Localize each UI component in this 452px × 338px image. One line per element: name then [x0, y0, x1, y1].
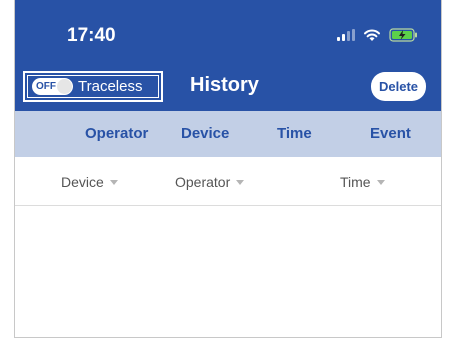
page-title: History	[190, 74, 259, 96]
traceless-toggle-inner: OFF Traceless	[27, 75, 159, 98]
filter-operator[interactable]: Operator	[175, 174, 245, 190]
column-header-operator[interactable]: Operator	[85, 125, 148, 142]
wifi-icon	[364, 29, 380, 41]
filter-device-label: Device	[61, 174, 104, 190]
toggle-state-label: OFF	[36, 81, 56, 92]
toggle-switch[interactable]: OFF	[32, 78, 73, 95]
column-header-event[interactable]: Event	[370, 125, 411, 142]
filter-operator-label: Operator	[175, 174, 231, 190]
filter-device[interactable]: Device	[61, 174, 118, 190]
filter-row: Device Operator Time	[15, 157, 441, 206]
traceless-toggle[interactable]: OFF Traceless	[23, 71, 163, 102]
status-icons	[337, 26, 419, 44]
chevron-down-icon	[109, 179, 118, 185]
app-screen: 17:40 OFF Traceless History Delete Opera…	[14, 0, 442, 338]
status-time: 17:40	[67, 25, 116, 46]
app-header: 17:40 OFF Traceless History Delete	[15, 0, 441, 111]
chevron-down-icon	[376, 179, 385, 185]
chevron-down-icon	[236, 179, 245, 185]
filter-time[interactable]: Time	[340, 174, 385, 190]
column-header-time[interactable]: Time	[277, 125, 312, 142]
column-header-device[interactable]: Device	[181, 125, 229, 142]
history-list	[15, 207, 441, 337]
traceless-label: Traceless	[78, 78, 143, 95]
toggle-knob	[57, 79, 72, 94]
column-header-row: Operator Device Time Event	[15, 111, 441, 157]
filter-time-label: Time	[340, 174, 371, 190]
signal-icon	[337, 29, 355, 41]
battery-charging-icon	[389, 28, 417, 42]
delete-button[interactable]: Delete	[371, 72, 426, 101]
